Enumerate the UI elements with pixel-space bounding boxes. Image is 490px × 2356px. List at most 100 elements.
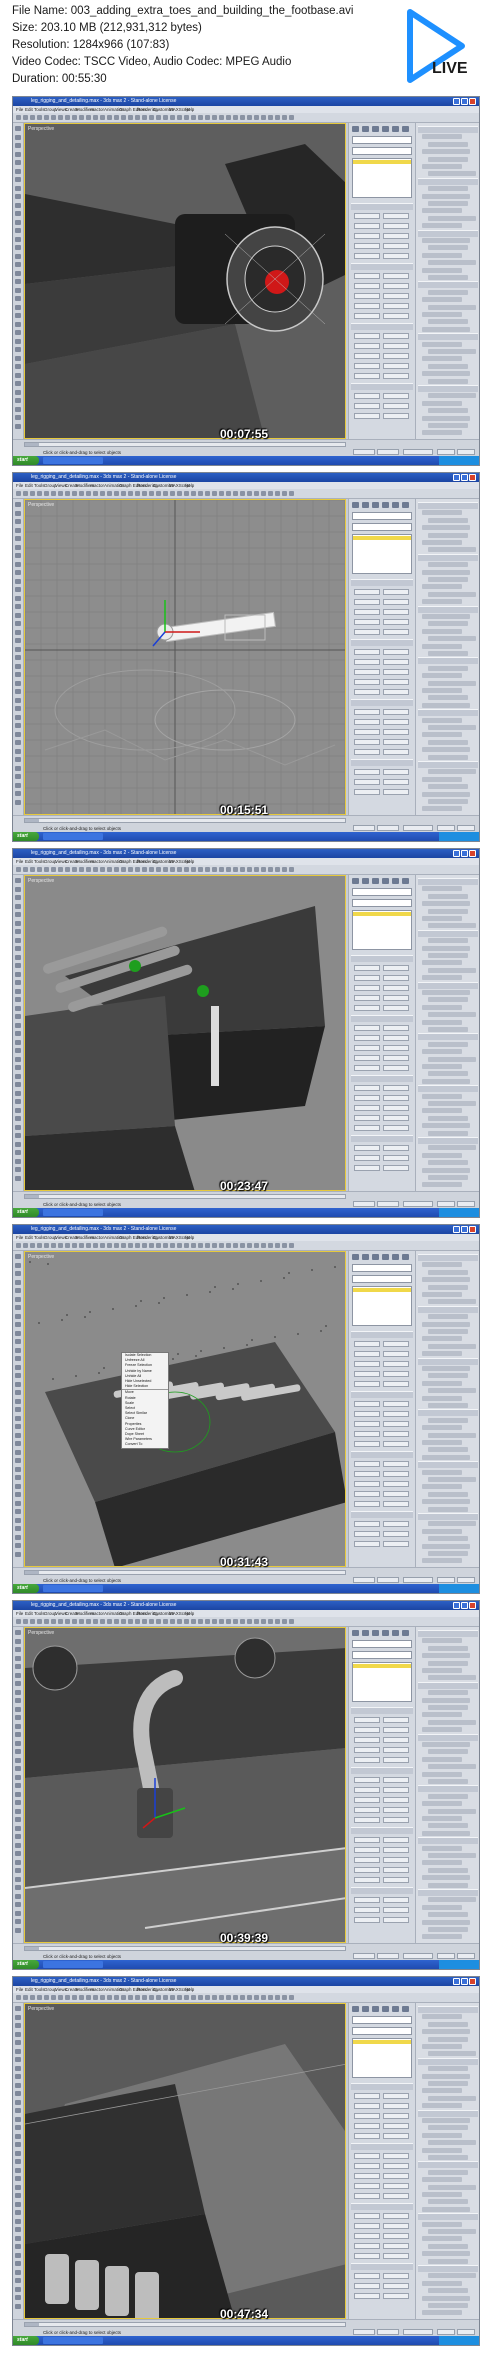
panel-tab-icon[interactable]: [352, 502, 359, 508]
panel-option[interactable]: [428, 938, 468, 944]
toolbar-icon[interactable]: [149, 1619, 154, 1624]
panel-option[interactable]: [428, 680, 476, 686]
panel-button[interactable]: [383, 1847, 409, 1853]
tool-icon[interactable]: [15, 2142, 21, 2147]
panel-button[interactable]: [354, 1065, 380, 1071]
panel-button[interactable]: [354, 1155, 380, 1161]
rollout-header[interactable]: [418, 657, 478, 665]
panel-option[interactable]: [428, 408, 468, 414]
panel-button[interactable]: [383, 965, 409, 971]
minimize-button[interactable]: [453, 474, 460, 481]
panel-button[interactable]: [383, 2183, 409, 2189]
panel-option[interactable]: [422, 193, 470, 199]
animation-control[interactable]: [457, 449, 475, 455]
toolbar-icon[interactable]: [37, 115, 42, 120]
perspective-viewport[interactable]: Perspective: [24, 499, 346, 815]
panel-button[interactable]: [383, 975, 409, 981]
panel-button[interactable]: [383, 2103, 409, 2109]
tool-icon[interactable]: [15, 1347, 21, 1353]
rollout-header[interactable]: [418, 1409, 478, 1417]
panel-option[interactable]: [422, 1816, 462, 1821]
panel-option[interactable]: [422, 776, 462, 782]
panel-button[interactable]: [383, 1105, 409, 1111]
panel-option[interactable]: [428, 1373, 468, 1379]
toolbar-icon[interactable]: [128, 1995, 133, 2000]
tool-icon[interactable]: [15, 2201, 21, 2207]
tool-icon[interactable]: [15, 612, 21, 618]
panel-option[interactable]: [422, 1845, 462, 1851]
panel-button[interactable]: [354, 293, 380, 299]
toolbar-icon[interactable]: [282, 1243, 287, 1248]
tool-icon[interactable]: [15, 194, 21, 199]
panel-option[interactable]: [422, 1499, 470, 1505]
toolbar-icon[interactable]: [51, 1619, 56, 1624]
panel-button[interactable]: [354, 1105, 380, 1111]
panel-button[interactable]: [354, 1125, 380, 1131]
panel-button[interactable]: [354, 1045, 380, 1051]
panel-option[interactable]: [428, 201, 468, 206]
toolbar-icon[interactable]: [142, 491, 147, 496]
tool-icon[interactable]: [15, 895, 21, 900]
panel-option[interactable]: [422, 1771, 462, 1777]
toolbar-icon[interactable]: [65, 1995, 70, 2000]
tool-icon[interactable]: [15, 1073, 21, 1079]
toolbar-icon[interactable]: [23, 1243, 28, 1248]
toolbar-icon[interactable]: [107, 115, 112, 120]
panel-button[interactable]: [383, 1095, 409, 1101]
toolbar-icon[interactable]: [30, 1243, 35, 1248]
tool-icon[interactable]: [15, 1449, 21, 1455]
panel-button[interactable]: [383, 1145, 409, 1151]
tool-icon[interactable]: [15, 774, 21, 779]
taskbar-app-item[interactable]: [43, 1209, 103, 1216]
tool-icon[interactable]: [15, 1039, 21, 1045]
panel-option[interactable]: [422, 326, 470, 332]
toolbar-icon[interactable]: [156, 1243, 161, 1248]
panel-option[interactable]: [428, 1808, 476, 1814]
panel-option[interactable]: [428, 2199, 468, 2205]
tool-icon[interactable]: [15, 1441, 21, 1446]
rollout-header[interactable]: [418, 878, 478, 885]
menu-item[interactable]: Help: [185, 482, 194, 489]
tool-icon[interactable]: [15, 313, 21, 318]
tool-icon[interactable]: [15, 946, 21, 951]
panel-option[interactable]: [428, 784, 468, 790]
toolbar-icon[interactable]: [37, 1243, 42, 1248]
toolbar-icon[interactable]: [261, 491, 266, 496]
panel-button[interactable]: [354, 1471, 380, 1477]
toolbar-icon[interactable]: [212, 115, 217, 120]
panel-option[interactable]: [422, 1830, 470, 1836]
panel-tab-icon[interactable]: [382, 126, 389, 132]
toolbar-icon[interactable]: [58, 1619, 63, 1624]
panel-option[interactable]: [428, 1897, 476, 1903]
panel-button[interactable]: [383, 1421, 409, 1427]
close-button[interactable]: [469, 850, 476, 857]
panel-option[interactable]: [428, 1417, 468, 1423]
panel-button[interactable]: [383, 283, 409, 289]
tool-icon[interactable]: [15, 1415, 21, 1421]
panel-option[interactable]: [422, 2310, 462, 2316]
panel-button[interactable]: [383, 2223, 409, 2229]
menu-item[interactable]: reactor: [90, 858, 104, 865]
tool-icon[interactable]: [15, 1262, 21, 1268]
minimize-button[interactable]: [453, 1226, 460, 1233]
toolbar-icon[interactable]: [128, 115, 133, 120]
tool-icon[interactable]: [15, 321, 21, 327]
menu-item[interactable]: reactor: [90, 1234, 104, 1241]
tool-icon[interactable]: [15, 151, 21, 157]
toolbar-icon[interactable]: [23, 1619, 28, 1624]
animation-control[interactable]: [437, 2329, 455, 2335]
scene-render[interactable]: [25, 1252, 346, 1567]
toolbar-icon[interactable]: [254, 115, 259, 120]
tool-icon[interactable]: [15, 1783, 21, 1788]
tool-icon[interactable]: [15, 740, 21, 745]
toolbar-icon[interactable]: [191, 491, 196, 496]
toolbar-icon[interactable]: [30, 491, 35, 496]
panel-button[interactable]: [383, 789, 409, 795]
toolbar-icon[interactable]: [44, 491, 49, 496]
panel-option[interactable]: [422, 569, 470, 575]
tool-icon[interactable]: [15, 1082, 21, 1087]
toolbar-icon[interactable]: [86, 1995, 91, 2000]
panel-option[interactable]: [428, 1012, 476, 1018]
panel-option[interactable]: [428, 363, 468, 369]
panel-option[interactable]: [422, 901, 470, 907]
